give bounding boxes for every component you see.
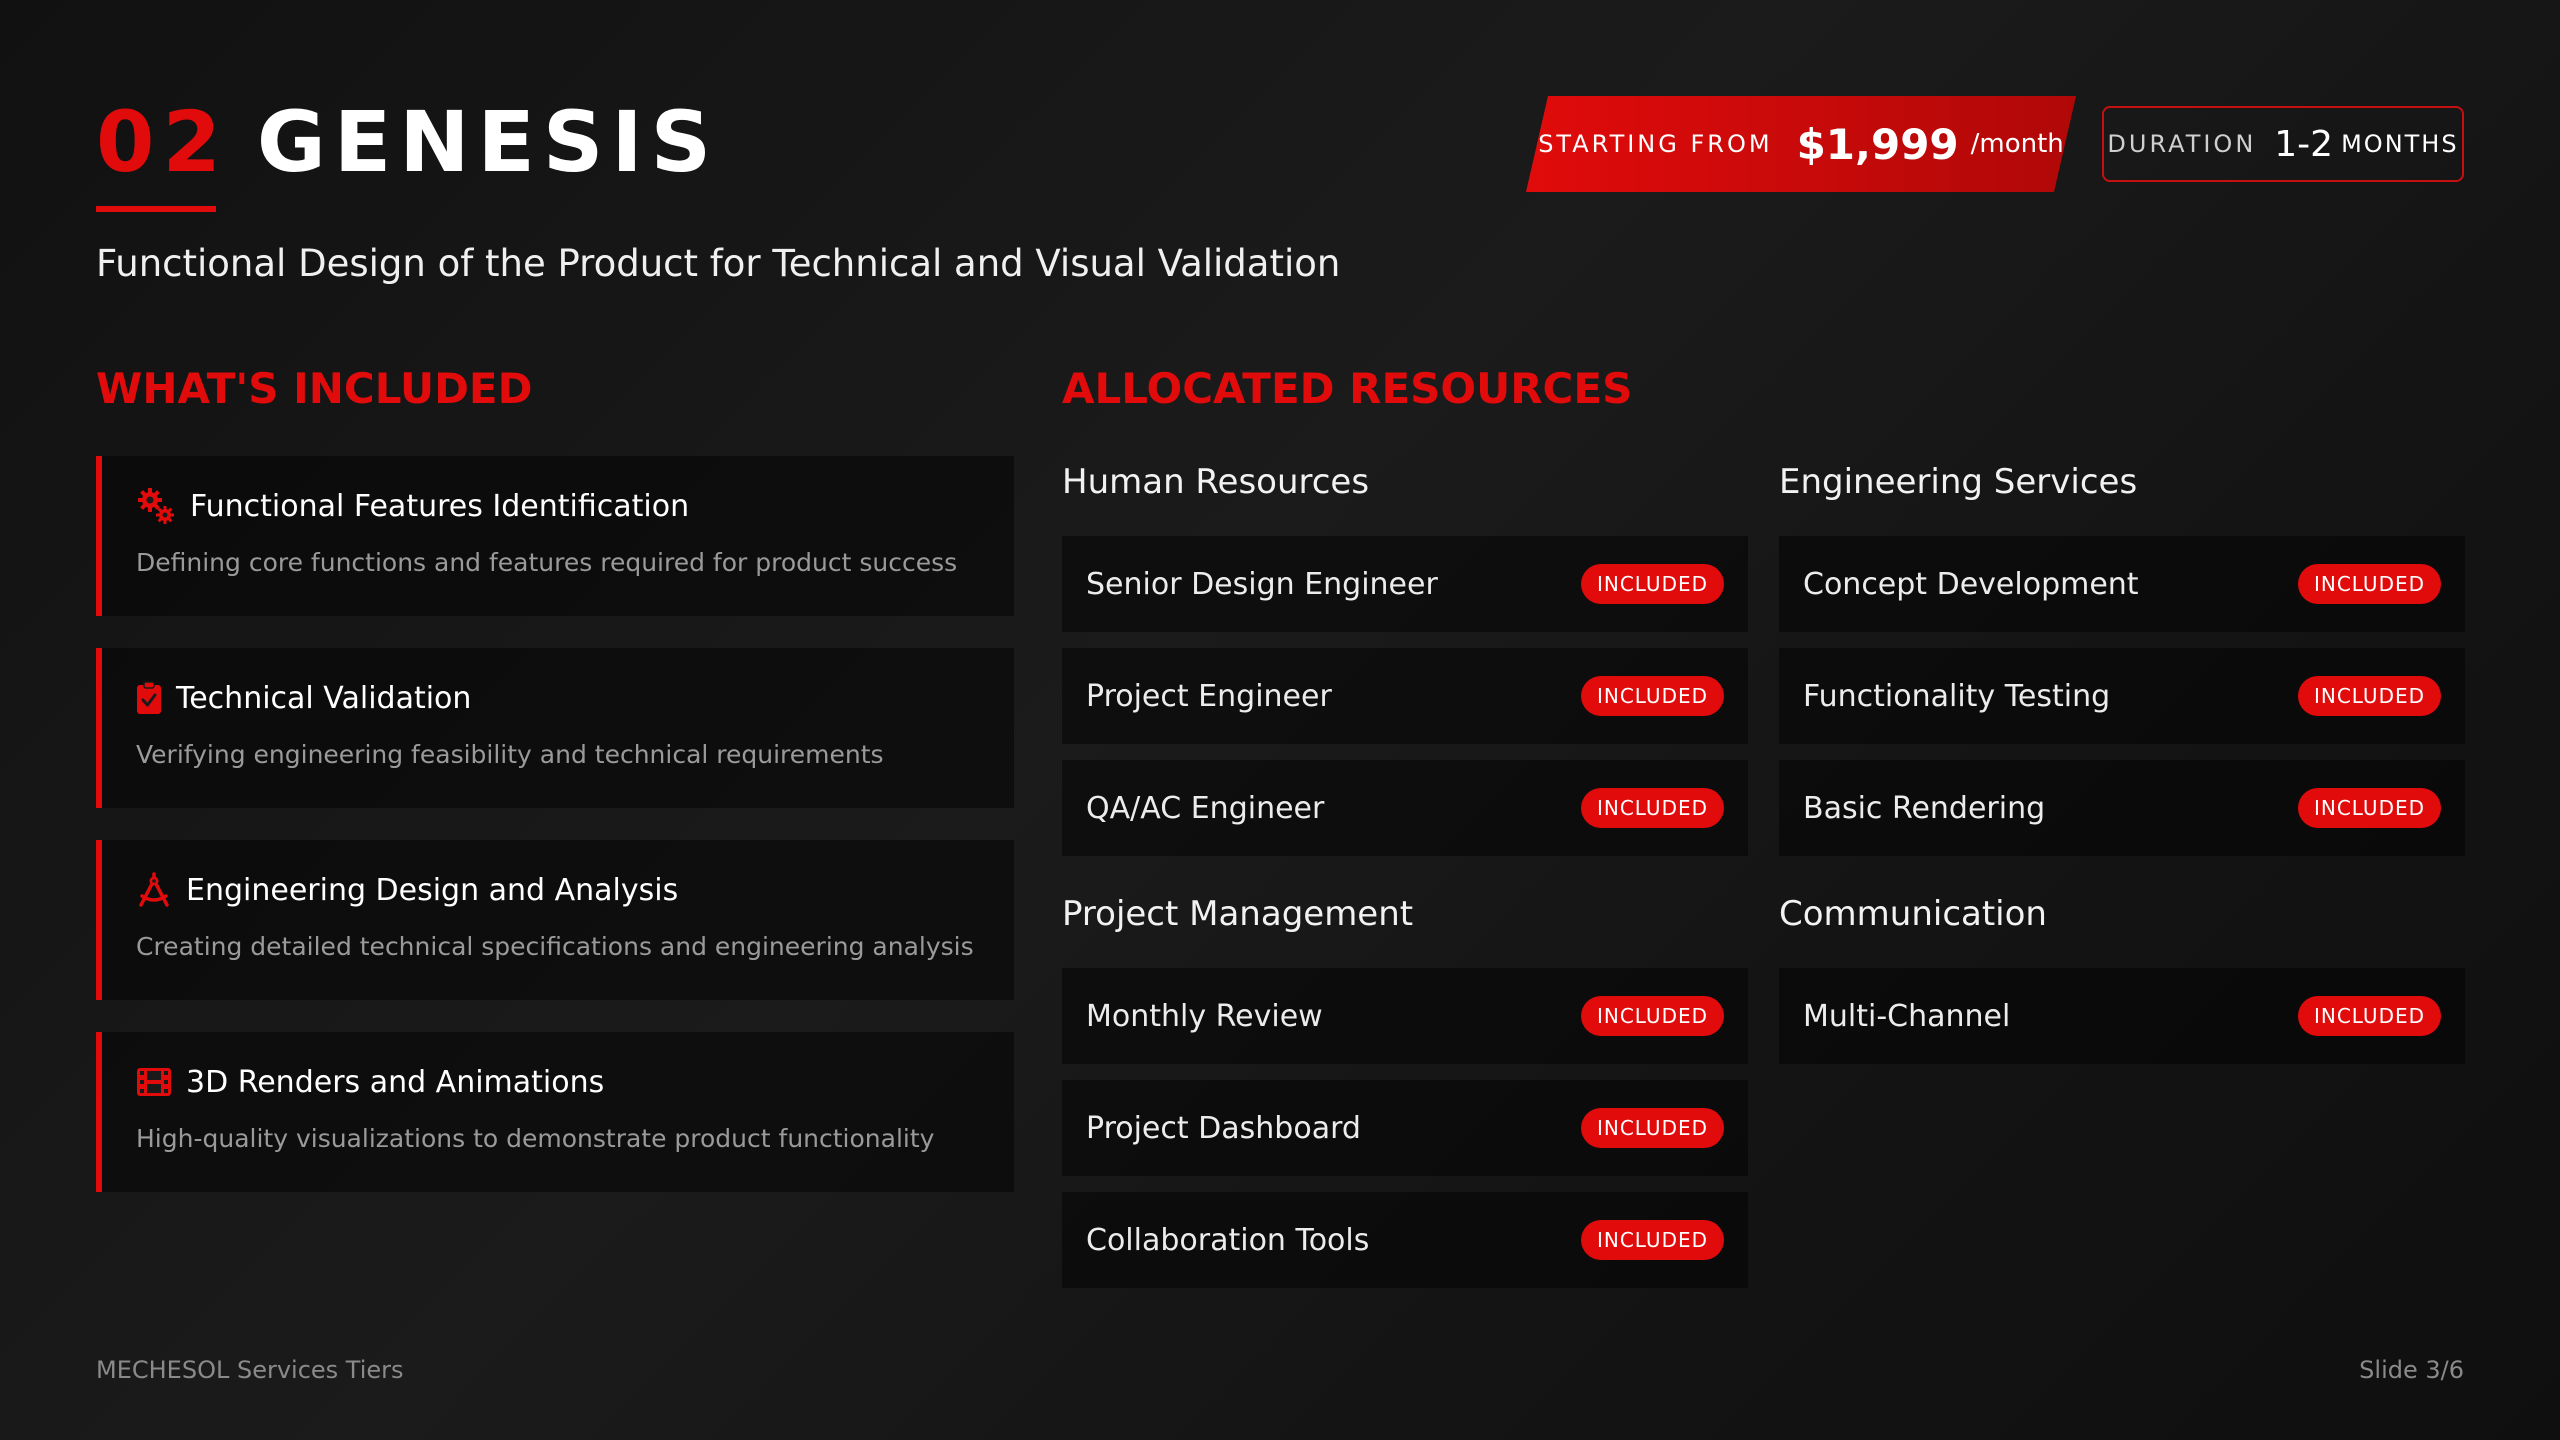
duration-unit: MONTHS bbox=[2341, 130, 2459, 158]
included-badge: INCLUDED bbox=[2297, 676, 2441, 716]
resource-row: Project Dashboard INCLUDED bbox=[1062, 1080, 1748, 1176]
resource-name: Concept Development bbox=[1803, 566, 2139, 602]
tier-name: GENESIS bbox=[256, 93, 720, 191]
project-management-title: Project Management bbox=[1062, 894, 1414, 934]
included-badge: INCLUDED bbox=[2297, 788, 2441, 828]
gears-icon bbox=[136, 486, 176, 526]
footer-brand: MECHESOL Services Tiers bbox=[96, 1356, 404, 1384]
resource-row: Senior Design Engineer INCLUDED bbox=[1062, 536, 1748, 632]
price-label: STARTING FROM bbox=[1538, 130, 1773, 158]
resource-name: Monthly Review bbox=[1086, 998, 1323, 1034]
duration-value: 1-2 bbox=[2274, 123, 2334, 165]
resource-name: Functionality Testing bbox=[1803, 678, 2111, 714]
duration-box: DURATION 1-2 MONTHS bbox=[2102, 106, 2464, 182]
resource-name: Project Engineer bbox=[1086, 678, 1332, 714]
card-description: Verifying engineering feasibility and te… bbox=[136, 740, 884, 769]
price-period: /month bbox=[1970, 129, 2064, 159]
resource-row: Monthly Review INCLUDED bbox=[1062, 968, 1748, 1064]
title-underline bbox=[96, 206, 216, 212]
slide-counter: Slide 3/6 bbox=[2359, 1356, 2464, 1384]
human-resources-title: Human Resources bbox=[1062, 462, 1370, 502]
resource-row: Project Engineer INCLUDED bbox=[1062, 648, 1748, 744]
price-amount: $1,999 bbox=[1796, 119, 1959, 169]
resource-name: Senior Design Engineer bbox=[1086, 566, 1438, 602]
engineering-services-title: Engineering Services bbox=[1779, 462, 2138, 502]
card-title: Engineering Design and Analysis bbox=[186, 872, 679, 908]
resources-section-title: ALLOCATED RESOURCES bbox=[1062, 364, 1633, 413]
card-title: Technical Validation bbox=[176, 680, 472, 716]
resource-row: QA/AC Engineer INCLUDED bbox=[1062, 760, 1748, 856]
price-badge: STARTING FROM $1,999 /month bbox=[1526, 96, 2076, 192]
film-icon bbox=[136, 1062, 172, 1102]
resource-row: Multi-Channel INCLUDED bbox=[1779, 968, 2465, 1064]
card-description: Creating detailed technical specificatio… bbox=[136, 932, 974, 961]
included-badge: INCLUDED bbox=[2297, 564, 2441, 604]
included-card: Functional Features Identification Defin… bbox=[96, 456, 1014, 616]
compass-drafting-icon bbox=[136, 870, 172, 910]
included-badge: INCLUDED bbox=[1580, 1220, 1724, 1260]
included-badge: INCLUDED bbox=[1580, 996, 1724, 1036]
resource-name: QA/AC Engineer bbox=[1086, 790, 1325, 826]
included-badge: INCLUDED bbox=[1580, 1108, 1724, 1148]
resource-row: Collaboration Tools INCLUDED bbox=[1062, 1192, 1748, 1288]
resource-name: Basic Rendering bbox=[1803, 790, 2046, 826]
tier-number: 02 bbox=[96, 93, 229, 191]
resource-name: Collaboration Tools bbox=[1086, 1222, 1370, 1258]
card-title: 3D Renders and Animations bbox=[186, 1064, 605, 1100]
resource-row: Basic Rendering INCLUDED bbox=[1779, 760, 2465, 856]
card-title: Functional Features Identification bbox=[190, 488, 690, 524]
card-description: Defining core functions and features req… bbox=[136, 548, 958, 577]
communication-title: Communication bbox=[1779, 894, 2047, 934]
resource-row: Functionality Testing INCLUDED bbox=[1779, 648, 2465, 744]
resource-name: Project Dashboard bbox=[1086, 1110, 1361, 1146]
card-description: High-quality visualizations to demonstra… bbox=[136, 1124, 935, 1153]
resource-row: Concept Development INCLUDED bbox=[1779, 536, 2465, 632]
page-title: 02 GENESIS bbox=[96, 92, 719, 192]
included-badge: INCLUDED bbox=[1580, 564, 1724, 604]
duration-label: DURATION bbox=[2107, 130, 2257, 158]
clipboard-check-icon bbox=[136, 678, 162, 718]
included-section-title: WHAT'S INCLUDED bbox=[96, 364, 533, 413]
included-badge: INCLUDED bbox=[1580, 788, 1724, 828]
page-subtitle: Functional Design of the Product for Tec… bbox=[96, 242, 1341, 285]
included-card: Technical Validation Verifying engineeri… bbox=[96, 648, 1014, 808]
resource-name: Multi-Channel bbox=[1803, 998, 2011, 1034]
included-card: 3D Renders and Animations High-quality v… bbox=[96, 1032, 1014, 1192]
included-badge: INCLUDED bbox=[2297, 996, 2441, 1036]
included-card: Engineering Design and Analysis Creating… bbox=[96, 840, 1014, 1000]
included-badge: INCLUDED bbox=[1580, 676, 1724, 716]
